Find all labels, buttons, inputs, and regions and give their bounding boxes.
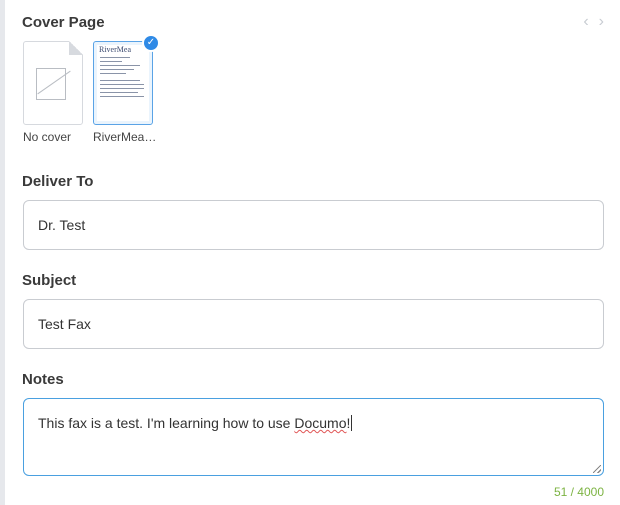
no-cover-thumbnail[interactable] (23, 41, 83, 125)
cover-preview: RiverMea (97, 45, 149, 121)
cover-page-label: Cover Page (22, 14, 105, 31)
notes-textarea[interactable]: This fax is a test. I'm learning how to … (23, 398, 604, 476)
character-counter: 51 / 4000 (553, 485, 604, 499)
misspelled-word: Documo (294, 415, 347, 431)
deliver-to-value: Dr. Test (38, 217, 86, 233)
cover-option-label: No cover (23, 130, 72, 144)
rivermea-thumbnail[interactable]: RiverMea ✓ (93, 34, 160, 125)
chevron-left-icon[interactable]: ‹ (583, 14, 588, 30)
resize-handle-icon[interactable] (593, 465, 601, 473)
cover-nav: ‹ › (583, 14, 604, 30)
subject-value: Test Fax (38, 316, 91, 332)
left-rail (0, 0, 5, 505)
cover-option-rivermea[interactable]: RiverMea ✓ RiverMea… (93, 34, 160, 144)
notes-label: Notes (22, 371, 64, 388)
subject-input[interactable]: Test Fax (23, 299, 604, 349)
cover-option-none[interactable]: No cover (23, 41, 83, 144)
notes-text-end: ! (346, 415, 351, 431)
page-fold-icon (69, 41, 83, 55)
deliver-to-input[interactable]: Dr. Test (23, 200, 604, 250)
preview-title: RiverMea (99, 45, 131, 54)
deliver-to-label: Deliver To (22, 173, 94, 190)
cover-option-label: RiverMea… (93, 130, 155, 144)
chevron-right-icon[interactable]: › (599, 14, 604, 30)
subject-label: Subject (22, 272, 77, 289)
cover-options: No cover RiverMea ✓ RiverMea… (23, 34, 160, 144)
notes-text: This fax is a test. I'm learning how to … (38, 415, 295, 431)
text-caret (351, 415, 353, 431)
checkmark-icon: ✓ (142, 34, 160, 52)
